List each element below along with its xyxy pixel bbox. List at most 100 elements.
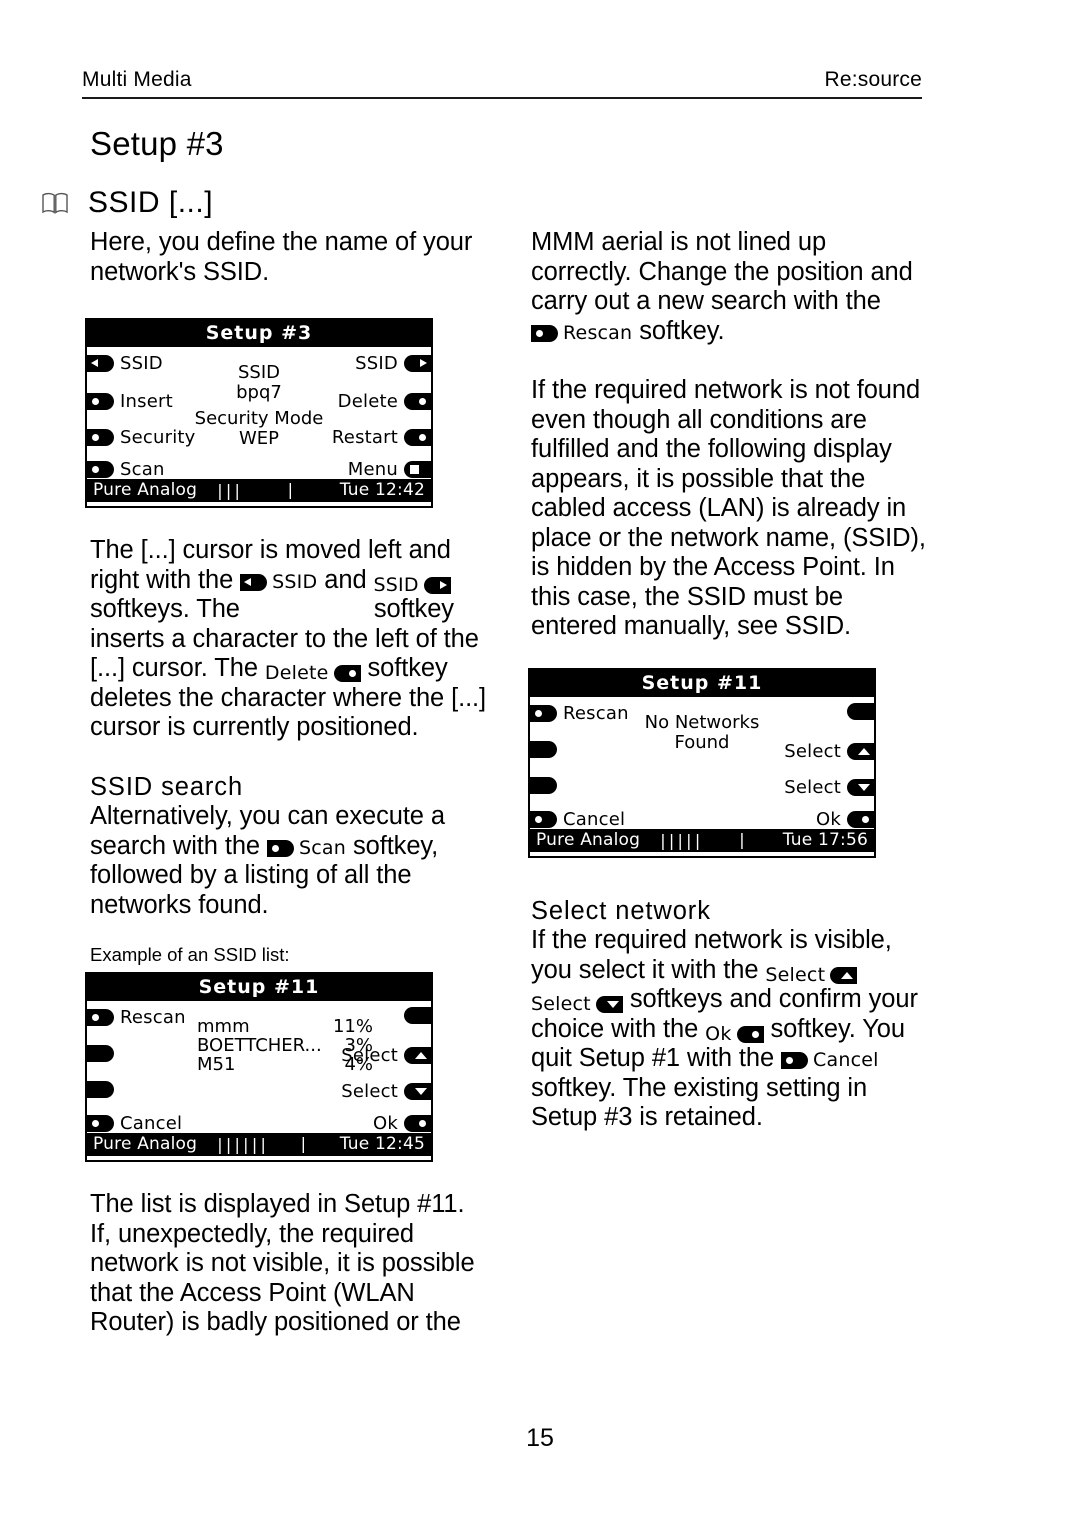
dot-button-icon bbox=[404, 1115, 431, 1132]
status-clock: Tue 17:56 bbox=[782, 830, 868, 850]
security-mode-value: WEP bbox=[238, 428, 280, 449]
no-networks-line-1: No Networks bbox=[644, 712, 760, 733]
arrow-down-icon bbox=[847, 779, 874, 796]
signal-bars-icon: ||| bbox=[215, 480, 242, 500]
softkey-cancel[interactable]: Cancel bbox=[87, 1113, 182, 1134]
status-source: Pure Analog bbox=[93, 480, 198, 500]
aerial-paragraph: MMM aerial is not lined up correctly. Ch… bbox=[531, 228, 931, 346]
softkey-label: Select bbox=[784, 777, 841, 798]
cursor-text-2: and bbox=[317, 565, 374, 594]
ssid-field-value: bpq7 bbox=[236, 382, 282, 403]
aerial-text-2: softkey. bbox=[632, 316, 725, 345]
ok-softkey-chip: Ok bbox=[705, 1022, 764, 1045]
aerial-text-1: MMM aerial is not lined up correctly. Ch… bbox=[531, 228, 913, 315]
intro-paragraph: Here, you define the name of your networ… bbox=[90, 228, 473, 286]
header-left-title: Multi Media bbox=[82, 68, 192, 91]
scan-softkey-chip: Scan bbox=[267, 836, 346, 859]
network-name: mmm bbox=[197, 1016, 250, 1037]
softkey-cancel[interactable]: Cancel bbox=[530, 809, 625, 830]
lcd-setup11-empty-title: Setup #11 bbox=[530, 670, 874, 697]
status-tick-icon: | bbox=[737, 830, 747, 849]
ssid-right-softkey-label: SSID bbox=[373, 573, 419, 596]
signal-bars-icon: ||||| bbox=[658, 830, 702, 850]
network-strength: 11% bbox=[332, 1016, 373, 1037]
softkey-select-down[interactable]: Select bbox=[784, 777, 874, 798]
delete-softkey-chip: Delete bbox=[265, 664, 361, 683]
ssid-field-label: SSID bbox=[237, 362, 281, 383]
arrow-left-icon bbox=[240, 573, 268, 591]
dot-button-icon bbox=[87, 1009, 114, 1026]
ssid-left-softkey-label: SSID bbox=[272, 570, 318, 593]
status-source: Pure Analog bbox=[93, 1134, 198, 1154]
lcd-setup11-list-body: Rescan Cancel Select Select Ok mmm 11% B… bbox=[87, 1001, 431, 1134]
blank-button-icon bbox=[530, 777, 557, 794]
lcd-screen-setup11-empty: Setup #11 Rescan Cancel Select Select Ok… bbox=[528, 668, 876, 858]
network-name: BOETTCHER... bbox=[197, 1035, 322, 1056]
status-tick-icon: | bbox=[285, 480, 296, 499]
softkey-left-blank-2[interactable] bbox=[530, 777, 557, 794]
softkey-scan[interactable]: Scan bbox=[87, 459, 165, 480]
rescan-softkey-label: Rescan bbox=[563, 321, 633, 344]
softkey-select-down[interactable]: Select bbox=[341, 1081, 431, 1102]
no-networks-message: No Networks Found bbox=[530, 713, 874, 753]
blank-button-icon bbox=[404, 1007, 431, 1024]
dot-button-icon bbox=[847, 811, 874, 828]
select-up-softkey-label: Select bbox=[765, 963, 826, 986]
softkey-right-blank-1[interactable] bbox=[404, 1007, 431, 1024]
select-network-paragraph: If the required network is visible, you … bbox=[531, 926, 931, 1133]
softkey-rescan[interactable]: Rescan bbox=[87, 1007, 186, 1028]
dot-button-icon bbox=[531, 324, 558, 342]
network-list[interactable]: mmm 11% BOETTCHER... 3% M51 4% bbox=[197, 1017, 373, 1074]
softkey-label: Rescan bbox=[120, 1007, 186, 1028]
network-name: M51 bbox=[197, 1054, 236, 1075]
list-item[interactable]: BOETTCHER... 3% bbox=[197, 1036, 373, 1055]
lcd-setup3-security-field: Security Mode WEP bbox=[87, 409, 431, 449]
rescan-softkey-chip: Rescan bbox=[531, 321, 633, 344]
softkey-left-blank-1[interactable] bbox=[87, 1045, 114, 1062]
softkey-menu[interactable]: Menu bbox=[348, 459, 431, 480]
page-header: Multi Media Re:source bbox=[82, 68, 922, 99]
list-paragraph: The list is displayed in Setup #11. If, … bbox=[90, 1190, 475, 1336]
dot-button-icon bbox=[87, 1115, 114, 1132]
signal-bars-icon: |||||| bbox=[215, 1134, 268, 1154]
softkey-left-blank-2[interactable] bbox=[87, 1081, 114, 1098]
lcd-screen-setup3: Setup #3 SSID Insert Security Scan SSID bbox=[85, 318, 433, 508]
arrow-down-icon bbox=[404, 1083, 431, 1100]
softkey-label: Ok bbox=[816, 809, 841, 830]
dot-button-icon bbox=[781, 1052, 809, 1069]
list-item[interactable]: M51 4% bbox=[197, 1055, 373, 1074]
dot-button-icon bbox=[736, 1025, 764, 1043]
arrow-up-icon bbox=[404, 1047, 431, 1064]
lcd-setup11-list-status-bar: Pure Analog |||||| | Tue 12:45 bbox=[87, 1133, 431, 1156]
softkey-ok[interactable]: Ok bbox=[373, 1113, 431, 1134]
softkey-label: Cancel bbox=[563, 809, 626, 830]
cancel-softkey-chip: Cancel bbox=[781, 1051, 879, 1070]
page-title: Setup #3 bbox=[90, 125, 224, 162]
softkey-label: Select bbox=[341, 1081, 398, 1102]
ssid-list-caption: Example of an SSID list: bbox=[90, 944, 290, 965]
select-text-5: softkey. The existing setting in Setup #… bbox=[531, 1073, 868, 1132]
page-number: 15 bbox=[526, 1424, 554, 1452]
lcd-setup3-ssid-field: SSID bpq7 bbox=[87, 363, 431, 403]
not-found-paragraph: If the required network is not found eve… bbox=[531, 376, 926, 640]
ok-softkey-label: Ok bbox=[705, 1022, 732, 1045]
ssid-right-softkey-chip: SSID bbox=[373, 573, 451, 596]
network-strength: 4% bbox=[344, 1054, 373, 1075]
list-item[interactable]: mmm 11% bbox=[197, 1017, 373, 1036]
status-source: Pure Analog bbox=[536, 830, 641, 850]
dot-button-icon bbox=[530, 811, 557, 828]
menu-page-icon bbox=[404, 461, 431, 478]
select-down-softkey-label: Select bbox=[531, 993, 591, 1015]
softkey-label: Menu bbox=[347, 459, 398, 480]
lcd-setup3-body: SSID Insert Security Scan SSID Delete Re… bbox=[87, 347, 431, 480]
status-clock: Tue 12:45 bbox=[339, 1134, 425, 1154]
select-up-softkey-chip: Select bbox=[765, 963, 858, 986]
header-right-title: Re:source bbox=[824, 68, 922, 91]
security-mode-label: Security Mode bbox=[194, 408, 324, 429]
softkey-label: Ok bbox=[373, 1113, 398, 1134]
lcd-setup11-empty-body: Rescan Cancel Select Select Ok No Networ… bbox=[530, 697, 874, 830]
cancel-softkey-label: Cancel bbox=[813, 1049, 879, 1071]
blank-button-icon bbox=[87, 1045, 114, 1062]
softkey-ok[interactable]: Ok bbox=[816, 809, 874, 830]
scan-softkey-label: Scan bbox=[299, 836, 346, 859]
